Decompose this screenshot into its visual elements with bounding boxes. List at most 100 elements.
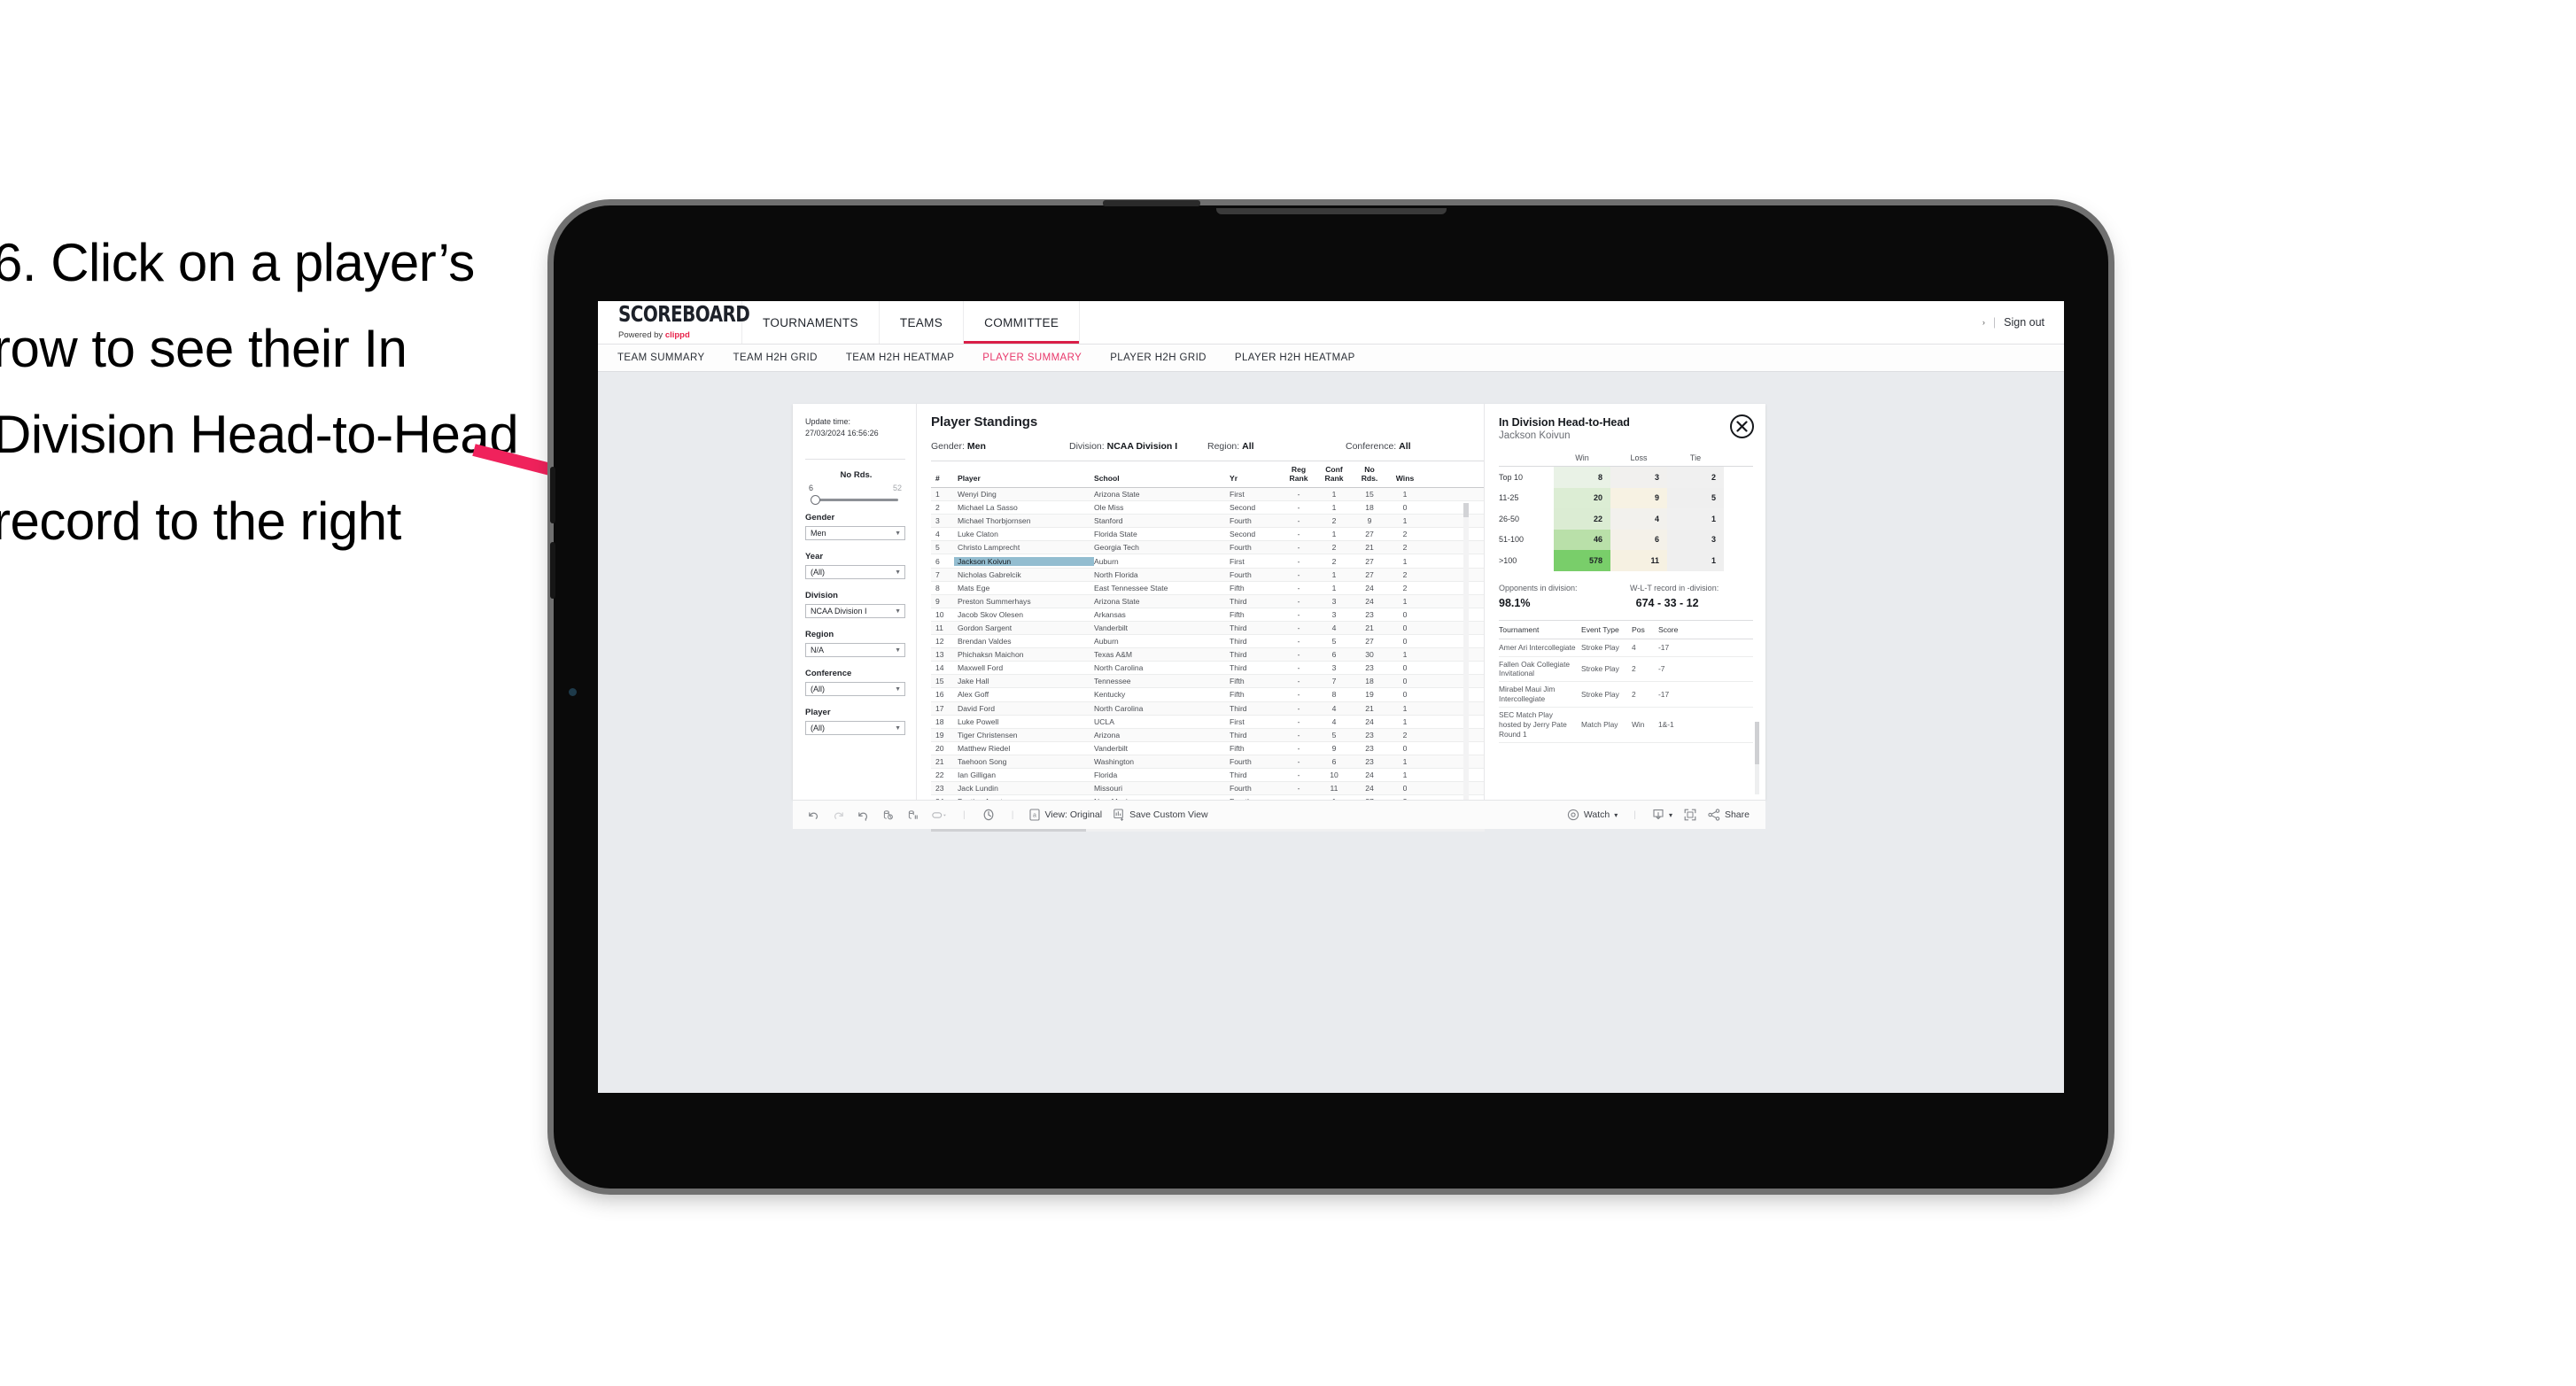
heatmap-cell-loss[interactable]: 9 [1610, 487, 1667, 508]
nav-tournaments[interactable]: TOURNAMENTS [742, 301, 880, 344]
heatmap-cell-tie[interactable]: 2 [1667, 467, 1724, 488]
table-row[interactable]: 18 Luke Powell UCLA First - 4 24 1 [931, 716, 1485, 729]
heatmap-cell-tie[interactable]: 5 [1667, 487, 1724, 508]
heatmap-cell-tie[interactable]: 3 [1667, 529, 1724, 550]
watch-button[interactable]: Watch ▾ [1567, 809, 1618, 821]
refresh-data-icon[interactable] [881, 809, 895, 822]
standings-col-school[interactable]: School [1094, 474, 1230, 487]
cell-reg-rank: - [1297, 623, 1300, 632]
tab-team-summary[interactable]: TEAM SUMMARY [617, 352, 705, 363]
list-item[interactable]: Mirabel Maui Jim Intercollegiate Stroke P… [1499, 682, 1753, 708]
standings-col-wins[interactable]: Wins [1387, 474, 1423, 487]
list-item[interactable]: Fallen Oak Collegiate Invitational Stroke… [1499, 657, 1753, 683]
heatmap-cell-win[interactable]: 578 [1554, 550, 1610, 571]
standings-col-yr[interactable]: Yr [1230, 474, 1281, 487]
table-row[interactable]: 4 Luke Claton Florida State Second - 1 27 2 [931, 528, 1485, 542]
undo-icon[interactable] [807, 809, 820, 822]
save-custom-view-button[interactable]: Save Custom View [1113, 809, 1208, 821]
region-select[interactable]: N/A ▼ [805, 643, 905, 658]
tab-team-h2h-heatmap[interactable]: TEAM H2H HEATMAP [846, 352, 954, 363]
highlight-icon[interactable] [931, 809, 947, 822]
standings-col-player[interactable]: Player [954, 474, 1094, 487]
sign-out-link[interactable]: Sign out [2004, 316, 2045, 329]
table-row[interactable]: 21 Taehoon Song Washington Fourth - 6 23 1 [931, 755, 1485, 769]
table-row[interactable]: 12 Brendan Valdes Auburn Third - 5 27 0 [931, 635, 1485, 649]
nav-committee[interactable]: COMMITTEE [964, 301, 1081, 344]
view-original-button[interactable]: a View: Original [1029, 809, 1102, 821]
nav-teams[interactable]: TEAMS [880, 301, 965, 344]
fullscreen-icon[interactable] [1684, 809, 1696, 821]
list-item[interactable]: Amer Ari Intercollegiate Stroke Play 4 -17 [1499, 639, 1753, 657]
table-row[interactable]: 1 Wenyi Ding Arizona State First - 1 15 1 [931, 488, 1485, 502]
history-icon[interactable] [982, 808, 996, 822]
table-row[interactable]: 6 Jackson Koivun Auburn First - 2 27 1 [931, 554, 1485, 569]
heatmap-cell-loss[interactable]: 11 [1610, 550, 1667, 571]
standings-col-no-rds[interactable]: No Rds. [1352, 465, 1387, 487]
volume-up-button[interactable] [550, 467, 555, 523]
table-row[interactable]: 3 Michael Thorbjornsen Stanford Fourth - 2 9 1 [931, 515, 1485, 529]
redo-icon[interactable] [832, 809, 845, 822]
heatmap-cell-loss[interactable]: 6 [1610, 529, 1667, 550]
volume-down-button[interactable] [550, 542, 555, 599]
no-rounds-slider-handle[interactable] [811, 495, 820, 506]
no-rounds-slider[interactable] [811, 495, 898, 506]
cell-wins: 2 [1402, 569, 1408, 579]
cell-no-rds: 27 [1365, 556, 1374, 566]
standings-col-conf-rank[interactable]: Conf Rank [1316, 465, 1352, 487]
tournament-scrollbar[interactable] [1755, 722, 1759, 794]
tournament-score: -17 [1658, 689, 1670, 699]
table-row[interactable]: 19 Tiger Christensen Arizona Third - 5 23 2 [931, 728, 1485, 742]
division-select[interactable]: NCAA Division I ▼ [805, 604, 905, 619]
cell-conf-rank: 8 [1331, 690, 1337, 700]
year-select[interactable]: (All) ▼ [805, 565, 905, 580]
table-row[interactable]: 7 Nicholas Gabrelcik North Florida Fourth - 1… [931, 568, 1485, 582]
heatmap-cell-loss[interactable]: 4 [1610, 508, 1667, 530]
account-chevron-icon[interactable]: › [1982, 318, 1985, 327]
standings-col-reg-rank[interactable]: Reg Rank [1281, 465, 1316, 487]
table-row[interactable]: 22 Ian Gilligan Florida Third - 10 24 1 [931, 769, 1485, 783]
tab-team-h2h-grid[interactable]: TEAM H2H GRID [733, 352, 818, 363]
table-row[interactable]: 15 Jake Hall Tennessee Fifth - 7 18 0 [931, 675, 1485, 689]
table-row[interactable]: 2 Michael La Sasso Ole Miss Second - 1 18 0 [931, 501, 1485, 515]
player-select[interactable]: (All) ▼ [805, 721, 905, 736]
tab-player-h2h-grid[interactable]: PLAYER H2H GRID [1110, 352, 1207, 363]
close-icon[interactable] [1730, 414, 1754, 438]
download-button[interactable]: ▾ [1652, 809, 1672, 822]
revert-icon[interactable] [857, 809, 870, 822]
table-row[interactable]: 13 Phichaksn Maichon Texas A&M Third - 6 30 1 [931, 648, 1485, 662]
table-row[interactable]: 17 David Ford North Carolina Third - 4 21 1 [931, 701, 1485, 716]
vertical-scrollbar[interactable] [1463, 503, 1469, 822]
heatmap-cell-tie[interactable]: 1 [1667, 508, 1724, 530]
share-button[interactable]: Share [1708, 809, 1750, 821]
cell-yr: Second [1230, 530, 1256, 539]
tournament-pos: Win [1632, 720, 1645, 730]
heatmap-cell-tie[interactable]: 1 [1667, 550, 1724, 571]
heatmap-cell-win[interactable]: 8 [1554, 467, 1610, 488]
standings-col-rank[interactable]: # [931, 474, 954, 487]
table-row[interactable]: 16 Alex Goff Kentucky Fifth - 8 19 0 [931, 688, 1485, 702]
table-row[interactable]: 14 Maxwell Ford North Carolina Third - 3 23 0 [931, 662, 1485, 676]
heatmap-cell-loss[interactable]: 3 [1610, 467, 1667, 488]
cell-reg-rank: - [1297, 637, 1300, 647]
table-row[interactable]: 20 Matthew Riedel Vanderbilt Fifth - 9 23 0 [931, 742, 1485, 755]
gender-select[interactable]: Men ▼ [805, 526, 905, 541]
tournament-scrollbar-thumb[interactable] [1755, 722, 1759, 764]
list-item[interactable]: SEC Match Play hosted by Jerry Pate Roun… [1499, 708, 1753, 743]
tab-player-summary[interactable]: PLAYER SUMMARY [982, 352, 1082, 363]
table-row[interactable]: 11 Gordon Sargent Vanderbilt Third - 4 21 0 [931, 621, 1485, 636]
table-row[interactable]: 5 Christo Lamprecht Georgia Tech Fourth - 2 21… [931, 541, 1485, 555]
heatmap-cell-win[interactable]: 46 [1554, 529, 1610, 550]
power-button[interactable] [1103, 200, 1200, 206]
tab-player-h2h-heatmap[interactable]: PLAYER H2H HEATMAP [1235, 352, 1355, 363]
table-row[interactable]: 9 Preston Summerhays Arizona State Third - 3 2… [931, 594, 1485, 608]
table-row[interactable]: 8 Mats Ege East Tennessee State Fifth - 1 24 2 [931, 582, 1485, 595]
heatmap-cell-win[interactable]: 20 [1554, 487, 1610, 508]
pause-data-icon[interactable] [906, 809, 919, 822]
conference-select[interactable]: (All) ▼ [805, 682, 905, 697]
app-logo[interactable]: SCOREBOARD Powered by clippd [598, 301, 750, 344]
tablet-device-frame: SCOREBOARD Powered by clippd TOURNAMENTS… [550, 200, 2108, 1189]
table-row[interactable]: 10 Jacob Skov Olesen Arkansas Fifth - 3 23 0 [931, 608, 1485, 622]
table-row[interactable]: 23 Jack Lundin Missouri Fourth - 11 24 0 [931, 782, 1485, 796]
heatmap-cell-win[interactable]: 22 [1554, 508, 1610, 530]
vertical-scrollbar-thumb[interactable] [1463, 503, 1469, 517]
